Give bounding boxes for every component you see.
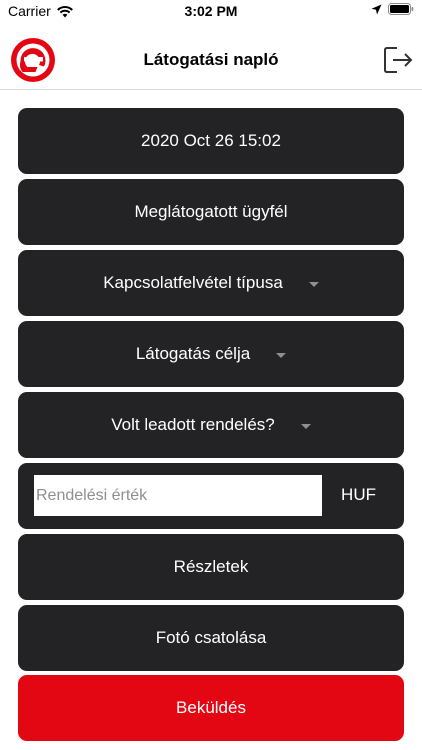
attach-photo-label: Fotó csatolása (155, 628, 267, 647)
client-button[interactable]: Meglátogatott ügyfél (18, 179, 404, 245)
contact-type-label: Kapcsolatfelvétel típusa (103, 273, 283, 292)
nav-bar: Látogatási napló (0, 22, 422, 90)
dropdown-caret-icon (308, 281, 319, 287)
dropdown-caret-icon (300, 423, 311, 429)
attach-photo-button[interactable]: Fotó csatolása (18, 605, 404, 671)
order-value-input[interactable] (34, 475, 322, 516)
logout-icon[interactable] (382, 44, 414, 76)
currency-label: HUF (341, 485, 376, 504)
submit-label: Beküldés (176, 698, 246, 717)
status-right (371, 3, 414, 15)
visit-purpose-dropdown[interactable]: Látogatás célja (18, 321, 404, 387)
order-value-row: HUF (18, 463, 404, 529)
location-arrow-icon (371, 4, 382, 14)
visit-purpose-label: Látogatás célja (135, 344, 251, 363)
battery-icon (388, 3, 414, 15)
datetime-button[interactable]: 2020 Oct 26 15:02 (18, 108, 404, 174)
order-placed-dropdown[interactable]: Volt leadott rendelés? (18, 392, 404, 458)
status-bar: Carrier 3:02 PM (0, 0, 422, 22)
submit-button[interactable]: Beküldés (18, 675, 404, 741)
details-button[interactable]: Részletek (18, 534, 404, 600)
details-label: Részletek (173, 557, 249, 576)
client-label: Meglátogatott ügyfél (134, 202, 288, 221)
dropdown-caret-icon (276, 352, 287, 358)
datetime-label: 2020 Oct 26 15:02 (141, 131, 281, 150)
order-placed-label: Volt leadott rendelés? (111, 415, 275, 434)
page-title: Látogatási napló (143, 50, 279, 69)
contact-type-dropdown[interactable]: Kapcsolatfelvétel típusa (18, 250, 404, 316)
status-time: 3:02 PM (184, 3, 238, 19)
